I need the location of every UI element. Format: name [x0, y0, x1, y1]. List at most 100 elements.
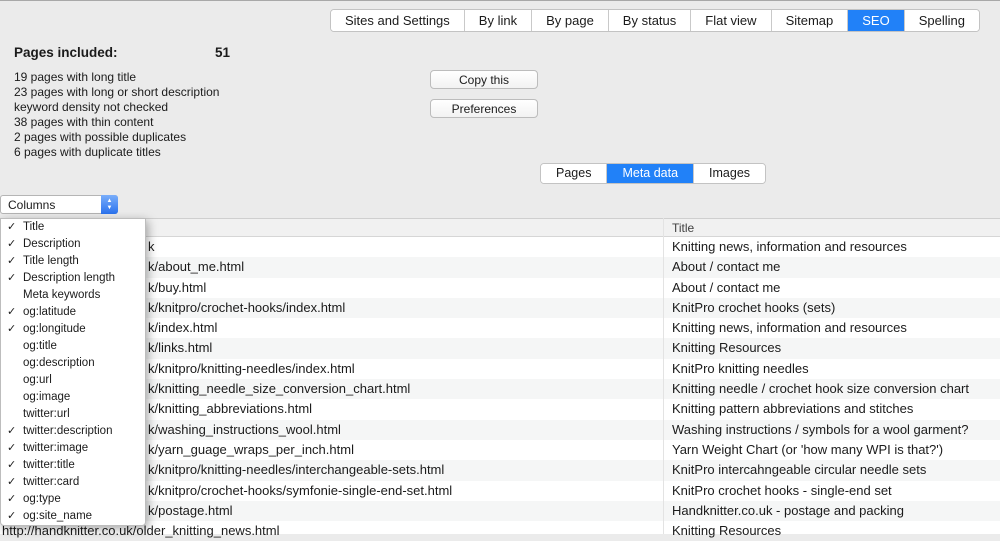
menu-item-title[interactable]: ✓ Title	[1, 219, 145, 236]
results-table: Title k Knitting news, information and r…	[0, 218, 1000, 534]
menu-item-title-length[interactable]: ✓ Title length	[1, 253, 145, 270]
table-row[interactable]: k/yarn_guage_wraps_per_inch.html Yarn We…	[0, 440, 1000, 460]
cell-url: k/links.html	[148, 338, 212, 358]
menu-item-meta-keywords[interactable]: Meta keywords	[1, 287, 145, 304]
menu-item-label: Description	[23, 238, 81, 250]
checkmark-icon: ✓	[7, 304, 16, 321]
tab-pages[interactable]: Pages	[541, 164, 607, 183]
table-row[interactable]: k/washing_instructions_wool.html Washing…	[0, 420, 1000, 440]
menu-item-label: twitter:title	[23, 459, 75, 471]
tab-sitemap[interactable]: Sitemap	[772, 10, 849, 31]
summary-line-thin-content: 38 pages with thin content	[14, 115, 414, 130]
cell-title: Knitting Resources	[672, 338, 781, 358]
cell-title: Knitting pattern abbreviations and stitc…	[672, 399, 913, 419]
table-row[interactable]: k/knitpro/crochet-hooks/symfonie-single-…	[0, 481, 1000, 501]
cell-url: k/knitpro/knitting-needles/interchangeab…	[148, 460, 444, 480]
menu-item-og-latitude[interactable]: ✓ og:latitude	[1, 304, 145, 321]
menu-item-twitter-title[interactable]: ✓ twitter:title	[1, 457, 145, 474]
tab-by-link[interactable]: By link	[465, 10, 532, 31]
menu-item-og-image[interactable]: og:image	[1, 389, 145, 406]
menu-item-label: Meta keywords	[23, 289, 100, 301]
cell-title: Knitting Resources	[672, 521, 781, 541]
cell-title: About / contact me	[672, 257, 780, 277]
cell-url: k/knitpro/knitting-needles/index.html	[148, 359, 355, 379]
tab-flat-view[interactable]: Flat view	[691, 10, 771, 31]
menu-item-label: Title length	[23, 255, 79, 267]
cell-url: k/washing_instructions_wool.html	[148, 420, 341, 440]
table-row[interactable]: k/knitpro/knitting-needles/interchangeab…	[0, 460, 1000, 480]
tab-seo[interactable]: SEO	[848, 10, 904, 31]
menu-item-label: twitter:card	[23, 476, 79, 488]
tab-spelling[interactable]: Spelling	[905, 10, 979, 31]
menu-item-label: Description length	[23, 272, 115, 284]
main-tab-bar: Sites and Settings By link By page By st…	[330, 9, 980, 32]
cell-url: k/knitpro/crochet-hooks/symfonie-single-…	[148, 481, 452, 501]
seo-results-window: { "colors": { "accent": "#2181f8", "wind…	[0, 0, 1000, 534]
menu-item-og-title[interactable]: og:title	[1, 338, 145, 355]
menu-item-twitter-description[interactable]: ✓ twitter:description	[1, 423, 145, 440]
cell-title: About / contact me	[672, 278, 780, 298]
columns-dropdown[interactable]: Columns ▲ ▼	[0, 195, 118, 214]
checkmark-icon: ✓	[7, 253, 16, 270]
menu-item-og-site-name[interactable]: ✓ og:site_name	[1, 508, 145, 525]
pages-included-label: Pages included:	[14, 45, 118, 60]
tab-images[interactable]: Images	[694, 164, 765, 183]
cell-url: k/about_me.html	[148, 257, 244, 277]
table-row[interactable]: k/about_me.html About / contact me	[0, 257, 1000, 277]
cell-url: k/knitpro/crochet-hooks/index.html	[148, 298, 345, 318]
checkmark-icon: ✓	[7, 440, 16, 457]
menu-item-description-length[interactable]: ✓ Description length	[1, 270, 145, 287]
menu-item-og-url[interactable]: og:url	[1, 372, 145, 389]
table-header-row[interactable]: Title	[0, 218, 1000, 237]
menu-item-label: og:type	[23, 493, 61, 505]
tab-by-status[interactable]: By status	[609, 10, 691, 31]
menu-item-label: Title	[23, 221, 44, 233]
cell-title: KnitPro crochet hooks (sets)	[672, 298, 835, 318]
tab-sites-and-settings[interactable]: Sites and Settings	[331, 10, 465, 31]
checkmark-icon: ✓	[7, 474, 16, 491]
cell-title: Knitting news, information and resources	[672, 237, 907, 257]
table-row[interactable]: k/knitting_abbreviations.html Knitting p…	[0, 399, 1000, 419]
menu-item-label: og:url	[23, 374, 52, 386]
arrow-up-icon: ▲	[101, 198, 118, 204]
table-row[interactable]: k/knitpro/knitting-needles/index.html Kn…	[0, 359, 1000, 379]
copy-this-button[interactable]: Copy this	[430, 70, 538, 89]
summary-line-description: 23 pages with long or short description	[14, 85, 414, 100]
menu-item-twitter-url[interactable]: twitter:url	[1, 406, 145, 423]
column-header-title[interactable]: Title	[672, 221, 694, 235]
table-row[interactable]: http://handknitter.co.uk/older_knitting_…	[0, 521, 1000, 541]
cell-url: k/index.html	[148, 318, 217, 338]
menu-item-description[interactable]: ✓ Description	[1, 236, 145, 253]
menu-item-og-longitude[interactable]: ✓ og:longitude	[1, 321, 145, 338]
tab-meta-data[interactable]: Meta data	[607, 164, 694, 183]
summary-line-possible-duplicates: 2 pages with possible duplicates	[14, 130, 414, 145]
arrow-down-icon: ▼	[101, 205, 118, 211]
summary-line-duplicate-titles: 6 pages with duplicate titles	[14, 145, 414, 160]
cell-url: k/yarn_guage_wraps_per_inch.html	[148, 440, 354, 460]
cell-url: k/knitting_abbreviations.html	[148, 399, 312, 419]
table-row[interactable]: k Knitting news, information and resourc…	[0, 237, 1000, 257]
menu-item-label: og:site_name	[23, 510, 92, 522]
menu-item-label: og:longitude	[23, 323, 86, 335]
data-view-tab-bar: Pages Meta data Images	[540, 163, 766, 184]
cell-title: Knitting news, information and resources	[672, 318, 907, 338]
table-row[interactable]: k/postage.html Handknitter.co.uk - posta…	[0, 501, 1000, 521]
columns-menu: ✓ Title ✓ Description ✓ Title length ✓ D…	[0, 218, 146, 526]
table-row[interactable]: k/buy.html About / contact me	[0, 278, 1000, 298]
menu-item-twitter-image[interactable]: ✓ twitter:image	[1, 440, 145, 457]
tab-by-page[interactable]: By page	[532, 10, 609, 31]
menu-item-label: og:image	[23, 391, 70, 403]
table-row[interactable]: k/knitpro/crochet-hooks/index.html KnitP…	[0, 298, 1000, 318]
table-row[interactable]: k/knitting_needle_size_conversion_chart.…	[0, 379, 1000, 399]
table-row[interactable]: k/index.html Knitting news, information …	[0, 318, 1000, 338]
column-divider[interactable]	[663, 218, 664, 534]
menu-item-label: og:description	[23, 357, 95, 369]
table-row[interactable]: k/links.html Knitting Resources	[0, 338, 1000, 358]
menu-item-twitter-card[interactable]: ✓ twitter:card	[1, 474, 145, 491]
menu-item-og-type[interactable]: ✓ og:type	[1, 491, 145, 508]
menu-item-og-description[interactable]: og:description	[1, 355, 145, 372]
cell-url: k	[148, 237, 155, 257]
preferences-button[interactable]: Preferences	[430, 99, 538, 118]
columns-dropdown-label: Columns	[8, 198, 55, 212]
dropdown-arrows-icon: ▲ ▼	[101, 195, 118, 214]
